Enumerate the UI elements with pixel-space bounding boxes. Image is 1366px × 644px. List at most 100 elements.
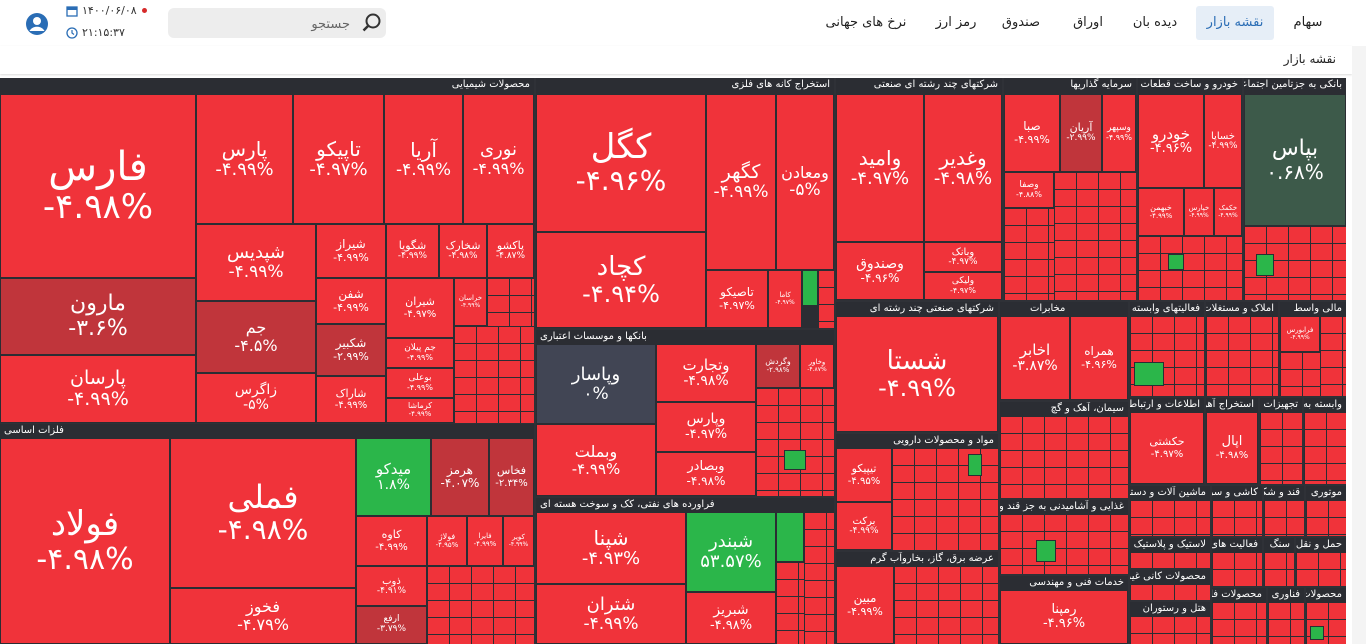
tile-mobin[interactable]: مبین -۴.۹۹% — [836, 566, 894, 644]
tile-small-green[interactable] — [1310, 626, 1324, 640]
tile-shgoya[interactable]: شگویا -۴.۹۹% — [386, 224, 439, 278]
tile-kavir[interactable]: کویر -۴.۹۹% — [503, 516, 534, 566]
tile-group-small[interactable] — [804, 512, 834, 644]
tile-shasta[interactable]: شستا -۴.۹۹% — [836, 316, 998, 432]
tile-saba[interactable]: صبا -۴.۹۹% — [1004, 94, 1060, 172]
tile-khiaras[interactable]: خپارس -۴.۹۹% — [1184, 188, 1214, 236]
tile-small-green[interactable] — [776, 512, 804, 562]
tile-faravar[interactable]: فرابورس -۴.۹۹% — [1280, 316, 1320, 352]
tile-shebandar[interactable]: شبندر ۵۳.۵۷% — [686, 512, 776, 592]
tile-zob[interactable]: ذوب -۴.۹۱% — [356, 566, 427, 606]
tile-khodro[interactable]: خودرو -۴.۹۶% — [1138, 94, 1204, 188]
tile-fameli[interactable]: فملی -۴.۹۸% — [170, 438, 356, 588]
tile-group-small[interactable] — [1138, 236, 1242, 300]
tile-group-small[interactable] — [1004, 208, 1054, 300]
tile-group-small[interactable] — [1304, 412, 1346, 484]
tile-tapiko[interactable]: تاپیکو -۴.۹۷% — [293, 94, 384, 224]
tile-group-small[interactable] — [1130, 616, 1210, 644]
tile-group-small[interactable] — [1130, 552, 1210, 568]
tile-shapna[interactable]: شپنا -۴.۹۳% — [536, 512, 686, 584]
tile-hormoz[interactable]: هرمز -۴.۰۷% — [431, 438, 489, 516]
tile-kegohar[interactable]: کگهر -۴.۹۹% — [706, 94, 776, 270]
tile-bapas[interactable]: بپاس ۰.۶۸% — [1244, 94, 1346, 226]
tile-boali[interactable]: بوعلی -۴.۹۹% — [386, 368, 454, 398]
tile-group-small[interactable] — [1000, 514, 1128, 574]
tile-pakshou[interactable]: پاکشو -۴.۸۷% — [487, 224, 534, 278]
tile-vamaaden[interactable]: ومعادن -۵% — [776, 94, 834, 270]
tile-group-small[interactable] — [894, 566, 998, 644]
tile-group-small[interactable] — [1296, 552, 1346, 586]
tile-arya[interactable]: آریا -۴.۹۹% — [384, 94, 463, 224]
tile-group-small[interactable] — [427, 566, 534, 644]
nav-bonds[interactable]: اوراق — [1060, 6, 1116, 40]
tile-group-small[interactable] — [1320, 316, 1346, 396]
tile-jampilan[interactable]: جم پیلان -۴.۹۹% — [386, 338, 454, 368]
tile-akhaber[interactable]: اخابر -۳.۸۷% — [1000, 316, 1070, 400]
tile-khbahman[interactable]: خبهمن -۴.۹۹% — [1138, 188, 1184, 236]
tile-shiran[interactable]: شیران -۴.۹۷% — [386, 278, 454, 338]
tile-arian[interactable]: آریان -۲.۹۹% — [1060, 94, 1102, 172]
nav-crypto[interactable]: رمز ارز — [926, 6, 986, 40]
tile-group-small[interactable] — [487, 278, 534, 326]
tile-group-small[interactable] — [1130, 584, 1210, 600]
tile-midko[interactable]: میدکو ۱.۸% — [356, 438, 431, 516]
nav-global-rates[interactable]: نرخ های جهانی — [816, 6, 916, 40]
tile-vaghadir[interactable]: وغدیر -۴.۹۸% — [924, 94, 1002, 242]
search-icon[interactable] — [362, 13, 382, 33]
tile-foulad[interactable]: فولاد -۴.۹۸% — [0, 438, 170, 644]
tile-vbsader[interactable]: وبصادر -۴.۹۸% — [656, 452, 756, 496]
tile-pars[interactable]: پارس -۴.۹۹% — [196, 94, 293, 224]
tile-vasandoogh[interactable]: وصندوق -۴.۹۶% — [836, 242, 924, 300]
tile-vkardesh[interactable]: وگردش -۲.۹۸% — [756, 344, 800, 388]
tile-shekbir[interactable]: شکبیر -۲.۹۹% — [316, 324, 386, 376]
tile-group-small[interactable] — [1054, 172, 1136, 300]
tile-khsapa[interactable]: خساپا -۴.۹۹% — [1204, 94, 1242, 188]
tile-group-small[interactable] — [892, 448, 998, 550]
tile-zagros[interactable]: زاگرس -۵% — [196, 373, 316, 423]
avatar-icon[interactable] — [25, 12, 49, 36]
tile-tipiko[interactable]: تیپیکو -۴.۹۵% — [836, 448, 892, 502]
tile-shepdis[interactable]: شپدیس -۴.۹۹% — [196, 224, 316, 301]
tile-hakashti[interactable]: حکشتی -۴.۹۷% — [1130, 412, 1204, 484]
tile-tasiko[interactable]: تاصیکو -۴.۹۷% — [706, 270, 768, 328]
tile-fakhas[interactable]: فخاس -۲.۳۴% — [489, 438, 534, 516]
tile-vasafa[interactable]: وصفا -۴.۸۸% — [1004, 172, 1054, 208]
tile-vbemellat[interactable]: وبملت -۴.۹۹% — [536, 424, 656, 496]
tile-nouri[interactable]: نوری -۴.۹۹% — [463, 94, 534, 224]
tile-faira[interactable]: فایرا -۴.۹۹% — [467, 516, 503, 566]
tile-fakhoz[interactable]: فخوز -۴.۷۹% — [170, 588, 356, 644]
nav-watchlist[interactable]: دیده بان — [1120, 6, 1190, 40]
tile-shkharek[interactable]: شخارک -۴.۹۸% — [439, 224, 487, 278]
tile-vabank[interactable]: وبانک -۴.۹۷% — [924, 242, 1002, 272]
tile-group-small[interactable] — [1280, 352, 1320, 396]
tile-vasepehr[interactable]: وسپهر -۴.۹۹% — [1102, 94, 1136, 172]
tile-maroun[interactable]: مارون -۳.۶% — [0, 278, 196, 355]
tile-small-green[interactable] — [1168, 254, 1184, 270]
tile-group-small[interactable] — [454, 326, 534, 423]
tile-small-green[interactable] — [784, 450, 806, 470]
tile-group-small[interactable] — [1212, 500, 1262, 536]
tile-shebriz[interactable]: شبریز -۴.۹۸% — [686, 592, 776, 644]
tile-small-green[interactable] — [1134, 362, 1164, 386]
tile-group-small[interactable] — [1306, 500, 1346, 536]
tile-kechad[interactable]: کچاد -۴.۹۴% — [536, 232, 706, 328]
tile-kegel[interactable]: کگل -۴.۹۶% — [536, 94, 706, 232]
tile-group-small[interactable] — [1212, 552, 1262, 586]
tile-group-small[interactable] — [1264, 500, 1304, 536]
tile-small-green[interactable] — [1256, 254, 1274, 276]
tile-group-small[interactable] — [1260, 412, 1302, 484]
search-box[interactable] — [168, 8, 386, 40]
tile-group-small[interactable] — [756, 388, 834, 496]
tile-barakat[interactable]: برکت -۴.۹۹% — [836, 502, 892, 550]
search-input[interactable] — [198, 8, 352, 40]
scrollbar[interactable] — [1352, 46, 1366, 644]
tile-vamid[interactable]: وامید -۴.۹۷% — [836, 94, 924, 242]
tile-khkomak[interactable]: خکمک -۴.۹۹% — [1214, 188, 1242, 236]
tile-small-green[interactable] — [1036, 540, 1056, 562]
tile-fars[interactable]: فارس -۴.۹۸% — [0, 94, 196, 278]
tile-group-small[interactable] — [1130, 500, 1210, 536]
tile-sharak[interactable]: شاراک -۴.۹۹% — [316, 376, 386, 423]
tile-rampana[interactable]: رمپنا -۴.۹۶% — [1000, 590, 1128, 644]
tile-group-small[interactable] — [776, 562, 804, 644]
nav-sahām[interactable]: سهام — [1280, 6, 1336, 40]
